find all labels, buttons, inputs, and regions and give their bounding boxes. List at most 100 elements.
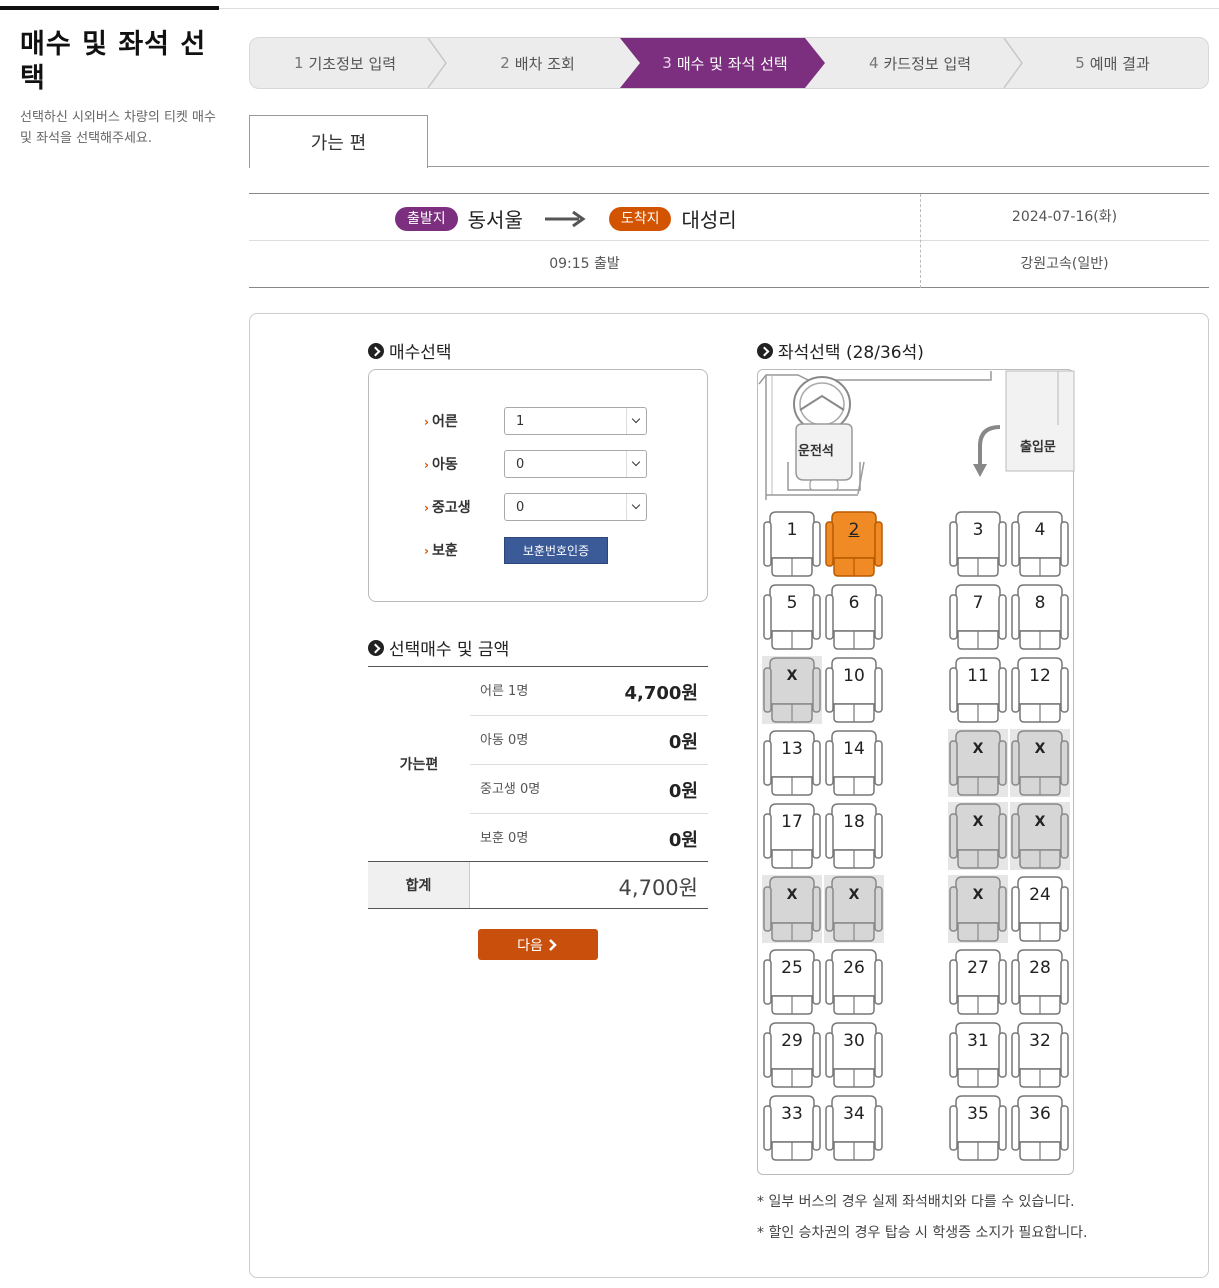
seat-number: 30 (843, 1031, 865, 1051)
page-description: 선택하신 시외버스 차량의 티켓 매수 및 좌석을 선택해주세요. (20, 110, 216, 146)
seat-25[interactable]: 25 (762, 948, 822, 1016)
seat-number: 18 (843, 812, 865, 832)
price-total: 합계 4,700원 (368, 861, 708, 909)
seat-number: 17 (781, 812, 803, 832)
sold-seat-mark: X (786, 887, 798, 903)
seat-29[interactable]: 29 (762, 1021, 822, 1089)
seat-15: X (948, 729, 1008, 797)
seat-number: 6 (848, 593, 860, 613)
price-row-child: 아동 0명 0원 (470, 716, 708, 765)
count-section-title: 매수선택 (368, 338, 452, 363)
seat-16: X (1010, 729, 1070, 797)
steering-wheel-icon (787, 376, 865, 495)
student-count-select[interactable]: 0 (504, 493, 647, 521)
step-3-active: 3 매수 및 좌석 선택 (662, 54, 788, 73)
seat-number: 36 (1029, 1104, 1051, 1124)
seat-23: X (948, 875, 1008, 943)
seat-13[interactable]: 13 (762, 729, 822, 797)
seat-number: 27 (967, 958, 989, 978)
price-row-veteran: 보훈 0명 0원 (480, 830, 698, 851)
sold-seat-mark: X (786, 668, 798, 684)
seat-number: 5 (786, 593, 798, 613)
seat-9: X (762, 656, 822, 724)
seat-number: 33 (781, 1104, 803, 1124)
seat-5[interactable]: 5 (762, 583, 822, 651)
bullet-arrow-icon (368, 639, 384, 656)
seat-7[interactable]: 7 (948, 583, 1008, 651)
seat-number: 11 (967, 666, 989, 686)
seat-21: X (762, 875, 822, 943)
departure-time: 09:15 출발 (549, 256, 620, 272)
seat-33[interactable]: 33 (762, 1094, 822, 1162)
tab-outbound[interactable]: 가는 편 (249, 115, 428, 168)
seat-11[interactable]: 11 (948, 656, 1008, 724)
seat-32[interactable]: 32 (1010, 1021, 1070, 1089)
seat-3[interactable]: 3 (948, 510, 1008, 578)
seat-35[interactable]: 35 (948, 1094, 1008, 1162)
arrival-badge: 도착지 (608, 206, 672, 231)
note-1: * 일부 버스의 경우 실제 좌석배치와 다를 수 있습니다. (757, 1194, 1075, 1210)
seat-26[interactable]: 26 (824, 948, 884, 1016)
bus-company: 강원고속(일반) (1020, 256, 1109, 272)
seat-number: 13 (781, 739, 803, 759)
seat-number: 29 (781, 1031, 803, 1051)
seat-17[interactable]: 17 (762, 802, 822, 870)
ticket-count-box: › 어른 1 › 아동 0 › 중고생 0 › 보훈 보훈번호인증 (368, 369, 708, 602)
top-rule-accent (0, 6, 219, 10)
seat-24[interactable]: 24 (1010, 875, 1070, 943)
sold-seat-mark: X (972, 741, 984, 757)
route-summary: 출발지 동서울 도착지 대성리 (395, 204, 737, 233)
seat-28[interactable]: 28 (1010, 948, 1070, 1016)
arrow-right-icon (544, 210, 586, 227)
seat-34[interactable]: 34 (824, 1094, 884, 1162)
bullet-arrow-icon (368, 342, 384, 359)
veteran-verify-button[interactable]: 보훈번호인증 (504, 536, 608, 564)
seat-18[interactable]: 18 (824, 802, 884, 870)
seat-number: 14 (843, 739, 865, 759)
total-label: 합계 (368, 862, 470, 908)
seat-27[interactable]: 27 (948, 948, 1008, 1016)
chevron-down-icon (626, 451, 646, 477)
departure-badge: 출발지 (395, 206, 458, 231)
seat-12[interactable]: 12 (1010, 656, 1070, 724)
seat-20: X (1010, 802, 1070, 870)
note-2: * 할인 승차권의 경우 탑승 시 학생증 소지가 필요합니다. (757, 1225, 1088, 1241)
child-count-select[interactable]: 0 (504, 450, 647, 478)
seat-31[interactable]: 31 (948, 1021, 1008, 1089)
seat-number: 31 (967, 1031, 989, 1051)
seat-number: 3 (972, 520, 984, 540)
price-row-student: 중고생 0명 0원 (470, 765, 708, 814)
seat-4[interactable]: 4 (1010, 510, 1070, 578)
chevron-down-icon (626, 494, 646, 520)
seat-8[interactable]: 8 (1010, 583, 1070, 651)
veteran-label: › 보훈 (424, 543, 458, 559)
door-label: 출입문 (1020, 440, 1056, 455)
driver-seat-label: 운전석 (798, 444, 834, 459)
child-label: › 아동 (424, 457, 458, 473)
seat-22: X (824, 875, 884, 943)
next-button[interactable]: 다음 (478, 929, 598, 960)
seat-number: 24 (1029, 885, 1051, 905)
adult-count-select[interactable]: 1 (504, 407, 647, 435)
seat-section-title: 좌석선택 (28/36석) (757, 338, 924, 363)
seat-36[interactable]: 36 (1010, 1094, 1070, 1162)
door-arrow-icon (973, 425, 1001, 477)
seat-number: 12 (1029, 666, 1051, 686)
seat-6[interactable]: 6 (824, 583, 884, 651)
seat-number: 28 (1029, 958, 1051, 978)
arrival-place: 대성리 (681, 208, 737, 232)
sold-seat-mark: X (1034, 741, 1046, 757)
seat-14[interactable]: 14 (824, 729, 884, 797)
chevron-right-icon (548, 938, 557, 951)
step-1: 1 기초정보 입력 (293, 54, 397, 73)
adult-row: › 어른 1 (424, 407, 647, 435)
direction-label: 가는편 (399, 757, 439, 773)
seat-1[interactable]: 1 (762, 510, 822, 578)
notes: * 일부 버스의 경우 실제 좌석배치와 다를 수 있습니다. * 할인 승차권… (757, 1187, 1087, 1249)
step-indicator: 1 기초정보 입력 2 배차 조회 3 매수 및 좌석 선택 4 카드정보 입력 5 예매… (249, 37, 1209, 89)
seat-2[interactable]: 2 (824, 510, 884, 578)
bullet-arrow-icon (757, 342, 773, 359)
seat-30[interactable]: 30 (824, 1021, 884, 1089)
seat-10[interactable]: 10 (824, 656, 884, 724)
seat-number: 7 (972, 593, 984, 613)
